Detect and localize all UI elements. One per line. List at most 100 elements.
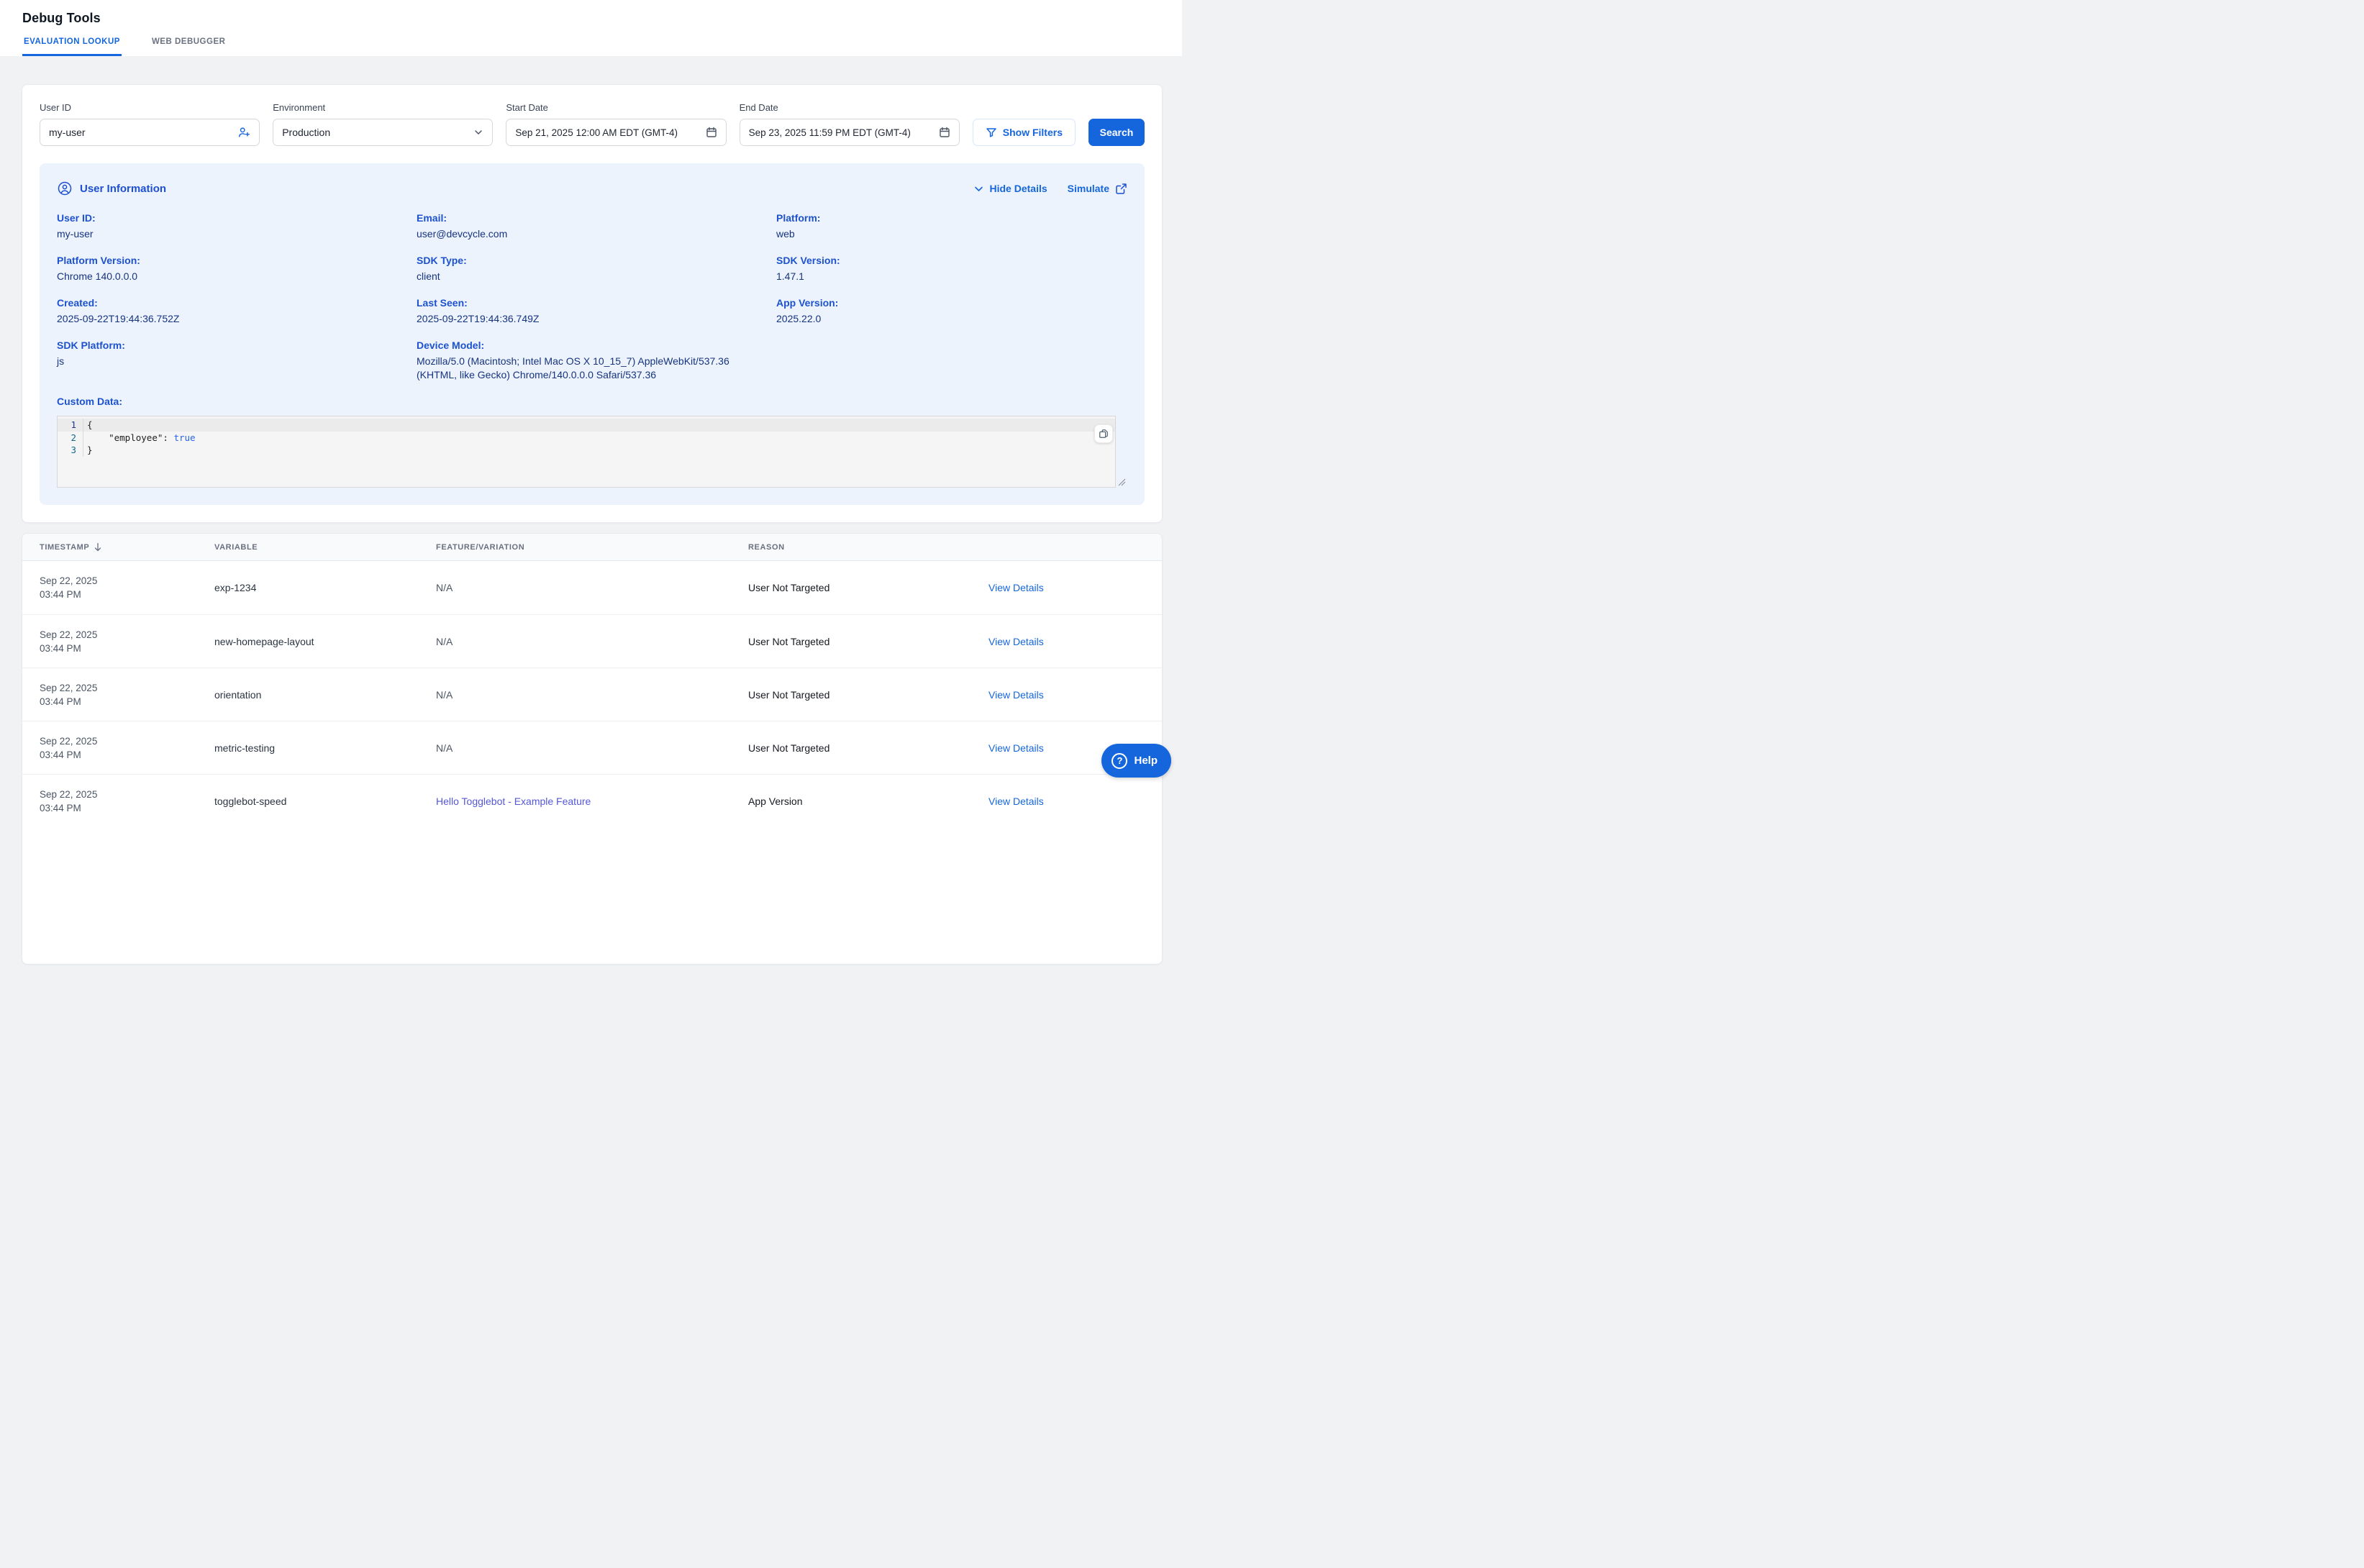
hide-details-label: Hide Details <box>990 183 1047 194</box>
feature-cell: N/A <box>436 582 748 593</box>
simulate-button[interactable]: Simulate <box>1068 183 1127 195</box>
search-form: User ID Environment Production <box>40 102 1145 146</box>
user-information-header: User Information Hide Details Simulate <box>57 181 1127 196</box>
sort-descending-icon <box>94 542 102 552</box>
view-details-link[interactable]: View Details <box>988 636 1145 647</box>
copy-icon <box>1099 429 1109 439</box>
column-header-timestamp[interactable]: TIMESTAMP <box>40 542 214 552</box>
help-button[interactable]: ? Help <box>1101 744 1171 778</box>
table-row: Sep 22, 202503:44 PM orientation N/A Use… <box>22 667 1162 721</box>
end-date-input[interactable]: Sep 23, 2025 11:59 PM EDT (GMT-4) <box>740 119 960 146</box>
start-date-input[interactable]: Sep 21, 2025 12:00 AM EDT (GMT-4) <box>506 119 726 146</box>
table-row: Sep 22, 202503:44 PM exp-1234 N/A User N… <box>22 561 1162 614</box>
calendar-icon[interactable] <box>939 127 950 138</box>
evaluation-lookup-card: User ID Environment Production <box>22 84 1163 523</box>
user-information-panel: User Information Hide Details Simulate <box>40 163 1145 505</box>
user-fields-grid: User ID:my-user Email:user@devcycle.com … <box>57 212 1127 382</box>
user-field: Email:user@devcycle.com <box>417 212 768 241</box>
environment-label: Environment <box>273 102 493 113</box>
feature-cell: N/A <box>436 689 748 701</box>
help-label: Help <box>1134 755 1158 767</box>
start-date-value: Sep 21, 2025 12:00 AM EDT (GMT-4) <box>515 127 699 138</box>
variable-cell: orientation <box>214 689 436 701</box>
user-information-title: User Information <box>80 183 166 195</box>
table-row: Sep 22, 202503:44 PM togglebot-speed Hel… <box>22 774 1162 827</box>
environment-select[interactable]: Production <box>273 119 493 146</box>
table-header-row: TIMESTAMP VARIABLE FEATURE/VARIATION REA… <box>22 534 1162 561</box>
timestamp-cell: Sep 22, 202503:44 PM <box>40 628 214 655</box>
variable-cell: exp-1234 <box>214 582 436 593</box>
view-details-link[interactable]: View Details <box>988 796 1145 807</box>
end-date-value: Sep 23, 2025 11:59 PM EDT (GMT-4) <box>749 127 933 138</box>
custom-data-code-editor[interactable]: 1 { 2 "employee": true 3 } <box>57 416 1116 488</box>
show-filters-button[interactable]: Show Filters <box>973 119 1076 146</box>
view-details-link[interactable]: View Details <box>988 582 1145 593</box>
user-field: User ID:my-user <box>57 212 408 241</box>
chevron-down-icon <box>973 183 984 194</box>
column-header-feature-variation[interactable]: FEATURE/VARIATION <box>436 543 748 552</box>
column-header-variable[interactable]: VARIABLE <box>214 543 436 552</box>
environment-selected-value: Production <box>282 127 468 138</box>
start-date-label: Start Date <box>506 102 726 113</box>
user-field: SDK Version:1.47.1 <box>776 255 1127 283</box>
variable-cell: metric-testing <box>214 742 436 754</box>
start-date-field-group: Start Date Sep 21, 2025 12:00 AM EDT (GM… <box>506 102 726 146</box>
view-details-link[interactable]: View Details <box>988 689 1145 701</box>
user-field: Last Seen:2025-09-22T19:44:36.749Z <box>417 297 768 326</box>
copy-button[interactable] <box>1094 424 1113 443</box>
table-row: Sep 22, 202503:44 PM metric-testing N/A … <box>22 721 1162 774</box>
variable-cell: new-homepage-layout <box>214 636 436 647</box>
table-row: Sep 22, 202503:44 PM new-homepage-layout… <box>22 614 1162 667</box>
top-header: Debug Tools EVALUATION LOOKUP WEB DEBUGG… <box>0 0 1182 56</box>
chevron-down-icon <box>473 127 483 137</box>
environment-field-group: Environment Production <box>273 102 493 146</box>
custom-data-label: Custom Data: <box>57 396 1127 407</box>
feature-cell: N/A <box>436 636 748 647</box>
end-date-field-group: End Date Sep 23, 2025 11:59 PM EDT (GMT-… <box>740 102 960 146</box>
show-filters-label: Show Filters <box>1003 127 1063 138</box>
timestamp-cell: Sep 22, 202503:44 PM <box>40 574 214 601</box>
column-header-reason[interactable]: REASON <box>748 543 988 552</box>
user-field: Platform Version:Chrome 140.0.0.0 <box>57 255 408 283</box>
user-field: Platform:web <box>776 212 1127 241</box>
code-line: 2 "employee": true <box>58 432 1115 445</box>
reason-cell: User Not Targeted <box>748 742 988 754</box>
tab-web-debugger[interactable]: WEB DEBUGGER <box>150 37 227 56</box>
user-id-field-group: User ID <box>40 102 260 146</box>
hide-details-button[interactable]: Hide Details <box>973 183 1047 194</box>
user-field: SDK Platform:js <box>57 339 408 382</box>
feature-cell: N/A <box>436 742 748 754</box>
line-number: 1 <box>58 419 83 432</box>
resize-handle-icon[interactable] <box>1118 478 1126 486</box>
search-button-label: Search <box>1100 127 1134 138</box>
question-mark-icon: ? <box>1111 753 1127 769</box>
user-field: SDK Type:client <box>417 255 768 283</box>
user-field: Device Model:Mozilla/5.0 (Macintosh; Int… <box>417 339 768 382</box>
timestamp-cell: Sep 22, 202503:44 PM <box>40 788 214 815</box>
evaluations-table: TIMESTAMP VARIABLE FEATURE/VARIATION REA… <box>22 533 1163 965</box>
calendar-icon[interactable] <box>706 127 717 138</box>
user-id-input-wrap <box>40 119 260 146</box>
variable-cell: togglebot-speed <box>214 796 436 807</box>
user-circle-icon <box>57 181 73 196</box>
reason-cell: User Not Targeted <box>748 582 988 593</box>
user-field: Created:2025-09-22T19:44:36.752Z <box>57 297 408 326</box>
custom-data-editor-wrap: 1 { 2 "employee": true 3 } <box>57 416 1116 488</box>
page-content: User ID Environment Production <box>0 56 1182 965</box>
code-line: 1 { <box>58 419 1115 432</box>
user-id-input[interactable] <box>49 127 232 138</box>
user-id-label: User ID <box>40 102 260 113</box>
reason-cell: App Version <box>748 796 988 807</box>
simulate-label: Simulate <box>1068 183 1109 194</box>
line-number: 2 <box>58 432 83 445</box>
feature-link[interactable]: Hello Togglebot - Example Feature <box>436 796 748 807</box>
end-date-label: End Date <box>740 102 960 113</box>
timestamp-cell: Sep 22, 202503:44 PM <box>40 734 214 762</box>
user-add-icon[interactable] <box>237 126 250 139</box>
tab-evaluation-lookup[interactable]: EVALUATION LOOKUP <box>22 37 122 56</box>
line-number: 3 <box>58 444 83 457</box>
external-link-icon <box>1115 183 1127 195</box>
search-button[interactable]: Search <box>1088 119 1145 146</box>
timestamp-cell: Sep 22, 202503:44 PM <box>40 681 214 708</box>
page-title: Debug Tools <box>22 11 101 26</box>
